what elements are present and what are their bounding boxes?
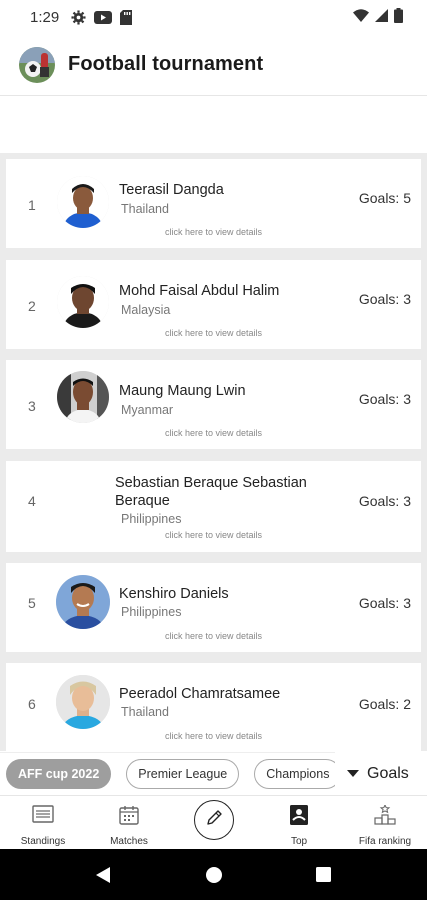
chip-champions[interactable]: Champions bbox=[254, 759, 342, 789]
player-card[interactable]: 6 Peeradol Chamratsamee Thailand Goals: … bbox=[6, 663, 421, 751]
player-name: Mohd Faisal Abdul Halim bbox=[119, 283, 280, 299]
player-rank: 6 bbox=[28, 696, 36, 712]
player-card[interactable]: 4 Sebastian Beraque Sebastian Beraque Ph… bbox=[6, 461, 421, 552]
top-scorers-list: 1 Teerasil Dangda Thailand Goals: 5 clic… bbox=[0, 153, 427, 751]
battery-icon bbox=[394, 7, 403, 27]
player-avatar bbox=[56, 675, 110, 729]
player-country: Philippines bbox=[121, 512, 182, 526]
player-rank: 5 bbox=[28, 595, 36, 611]
view-details-hint: click here to view details bbox=[164, 227, 263, 237]
signal-icon bbox=[375, 8, 388, 26]
player-goals: Goals: 3 bbox=[358, 391, 411, 407]
nav-standings[interactable]: Standings bbox=[10, 796, 76, 850]
system-navigation-bar bbox=[0, 849, 427, 900]
player-avatar bbox=[57, 371, 109, 423]
sort-label: Goals bbox=[367, 764, 409, 782]
nav-top[interactable]: Top bbox=[276, 796, 322, 850]
status-time: 1:29 bbox=[30, 8, 60, 26]
player-avatar bbox=[57, 176, 109, 228]
player-country: Philippines bbox=[121, 605, 182, 619]
player-goals: Goals: 3 bbox=[358, 291, 411, 307]
player-country: Thailand bbox=[121, 202, 169, 216]
standings-icon bbox=[32, 805, 54, 826]
chip-aff-cup[interactable]: AFF cup 2022 bbox=[6, 759, 112, 789]
ranking-podium-icon bbox=[373, 803, 397, 828]
nav-top-label: Top bbox=[290, 836, 308, 847]
pencil-icon bbox=[204, 808, 224, 833]
view-details-hint: click here to view details bbox=[164, 428, 263, 438]
player-rank: 1 bbox=[28, 197, 36, 213]
view-details-hint: click here to view details bbox=[164, 328, 263, 338]
player-goals: Goals: 3 bbox=[358, 493, 411, 509]
player-avatar bbox=[56, 575, 110, 629]
back-button[interactable] bbox=[88, 849, 118, 900]
home-circle-icon bbox=[206, 866, 222, 883]
view-details-hint: click here to view details bbox=[164, 631, 263, 641]
player-card[interactable]: 5 Kenshiro Daniels Philippines Goals: 3 … bbox=[6, 563, 421, 652]
status-bar: 1:29 bbox=[0, 0, 427, 34]
player-name: Peeradol Chamratsamee bbox=[119, 686, 281, 702]
nav-fifa-ranking[interactable]: Fifa ranking bbox=[350, 796, 420, 850]
sd-card-icon bbox=[120, 9, 133, 25]
chip-premier-league[interactable]: Premier League bbox=[126, 759, 240, 789]
page-title: Football tournament bbox=[68, 53, 264, 75]
player-name: Sebastian Beraque Sebastian Beraque bbox=[115, 475, 307, 509]
bottom-navigation: Standings Matches Top Fifa ranking bbox=[0, 795, 427, 849]
player-name: Kenshiro Daniels bbox=[119, 586, 229, 602]
youtube-icon bbox=[94, 10, 113, 24]
player-rank: 3 bbox=[28, 398, 36, 414]
calendar-icon bbox=[119, 805, 139, 828]
top-scorers-icon bbox=[290, 805, 308, 828]
settings-gear-icon bbox=[71, 9, 86, 25]
recents-square-icon bbox=[315, 867, 331, 882]
back-triangle-icon bbox=[96, 866, 110, 883]
view-details-hint: click here to view details bbox=[164, 731, 263, 741]
player-card[interactable]: 2 Mohd Faisal Abdul Halim Malaysia Goals… bbox=[6, 260, 421, 349]
dropdown-arrow-icon bbox=[347, 770, 359, 777]
app-bar: Football tournament bbox=[0, 34, 427, 96]
sort-dropdown[interactable]: Goals bbox=[335, 752, 427, 795]
player-card[interactable]: 1 Teerasil Dangda Thailand Goals: 5 clic… bbox=[6, 159, 421, 248]
nav-fifa-label: Fifa ranking bbox=[358, 836, 412, 847]
player-rank: 2 bbox=[28, 298, 36, 314]
nav-matches-label: Matches bbox=[110, 836, 148, 847]
view-details-hint: click here to view details bbox=[164, 530, 263, 540]
wifi-icon bbox=[353, 8, 369, 26]
player-goals: Goals: 2 bbox=[358, 696, 411, 712]
player-country: Malaysia bbox=[121, 303, 171, 317]
nav-standings-label: Standings bbox=[20, 836, 66, 847]
nav-matches[interactable]: Matches bbox=[98, 796, 160, 850]
player-goals: Goals: 5 bbox=[358, 190, 411, 206]
edit-pencil-button[interactable] bbox=[194, 800, 234, 840]
recents-button[interactable] bbox=[308, 849, 338, 900]
app-logo bbox=[19, 46, 55, 83]
player-avatar bbox=[57, 276, 109, 328]
home-button[interactable] bbox=[199, 849, 229, 900]
player-goals: Goals: 3 bbox=[358, 595, 411, 611]
player-card[interactable]: 3 Maung Maung Lwin Myanmar Goals: 3 clic… bbox=[6, 360, 421, 449]
player-country: Myanmar bbox=[121, 403, 174, 417]
player-rank: 4 bbox=[28, 493, 36, 509]
player-country: Thailand bbox=[121, 705, 169, 719]
player-name: Maung Maung Lwin bbox=[119, 383, 246, 399]
player-name: Teerasil Dangda bbox=[119, 182, 224, 198]
